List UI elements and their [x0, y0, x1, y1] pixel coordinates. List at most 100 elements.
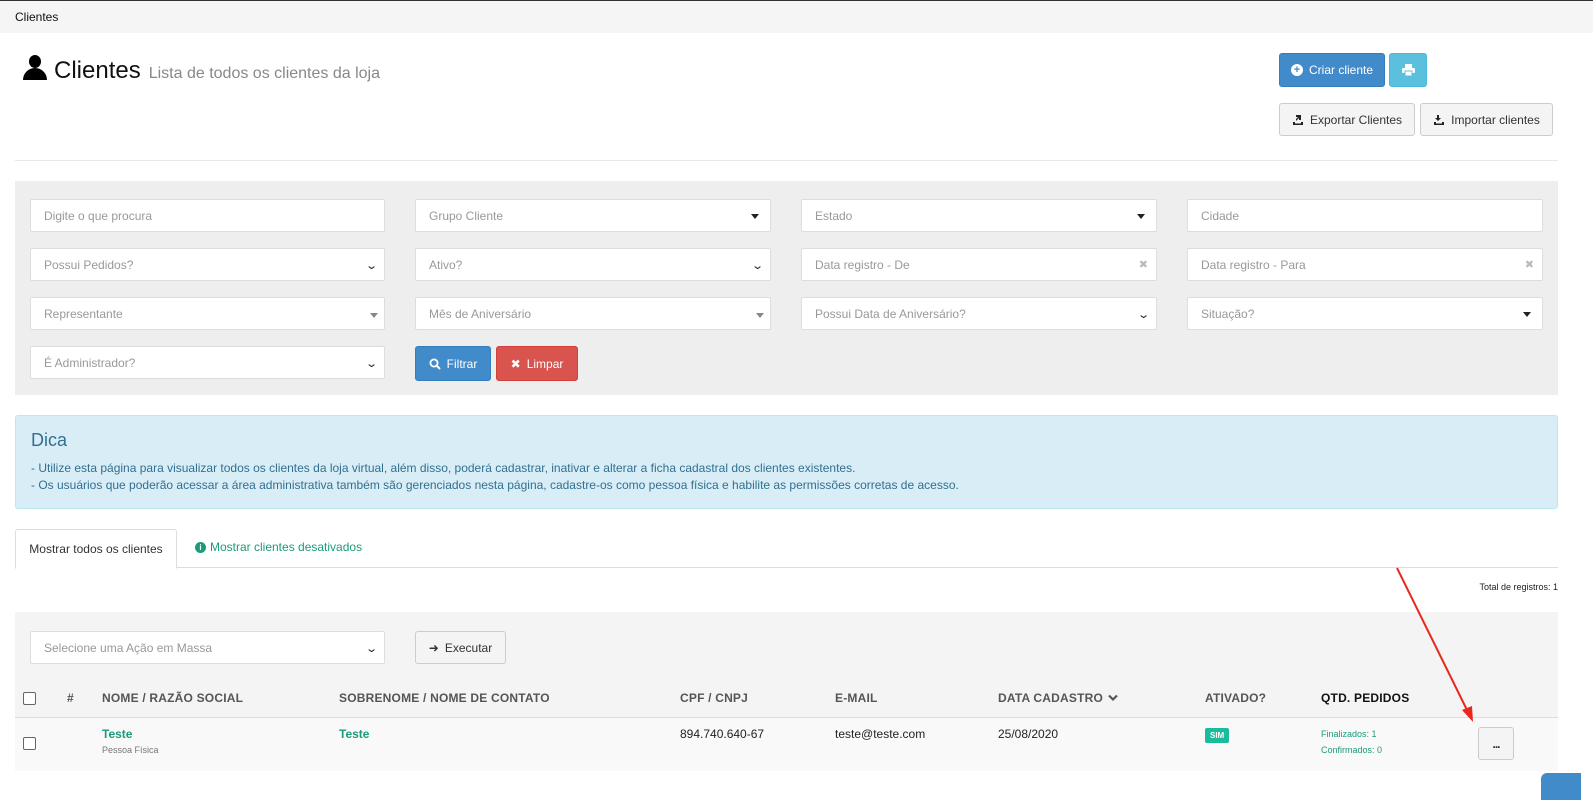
chevron-down-icon: ⌄	[364, 358, 378, 370]
col-number: #	[67, 691, 74, 705]
total-records: Total de registros: 1	[1479, 582, 1558, 592]
col-date[interactable]: DATA CADASTRO	[998, 691, 1118, 705]
birthday-month-placeholder: Mês de Aniversário	[429, 306, 532, 321]
filter-label: Filtrar	[446, 356, 478, 371]
tab-disabled-clients[interactable]: i Mostrar clientes desativados	[195, 540, 362, 554]
import-clients-label: Importar clientes	[1451, 112, 1540, 127]
clear-icon[interactable]: ✖	[1139, 258, 1148, 271]
birthday-month-select[interactable]: Mês de Aniversário	[415, 297, 771, 330]
col-surname[interactable]: SOBRENOME / NOME DE CONTATO	[339, 691, 550, 705]
city-placeholder: Cidade	[1201, 208, 1240, 223]
search-icon	[429, 358, 441, 370]
table-row: Teste Pessoa Física Teste 894.740.640-67…	[15, 718, 1558, 771]
print-icon	[1401, 64, 1415, 76]
page-header: Clientes Lista de todos os clientes da l…	[22, 52, 380, 85]
import-clients-button[interactable]: Importar clientes	[1420, 103, 1553, 136]
top-bar: Clientes	[0, 0, 1593, 33]
situation-select[interactable]: Situação?	[1187, 297, 1543, 330]
tip-title: Dica	[31, 430, 68, 450]
is-admin-placeholder: É Administrador?	[44, 355, 136, 370]
chevron-down-icon: ⌄	[750, 260, 764, 272]
execute-label: Executar	[444, 640, 493, 655]
client-group-placeholder: Grupo Cliente	[429, 208, 504, 223]
date-to-input[interactable]: Data registro - Para ✖	[1187, 248, 1543, 281]
chevron-down-icon: ⌄	[1136, 309, 1150, 321]
page-title: Clientes	[54, 57, 141, 84]
plus-circle-icon: +	[1290, 64, 1303, 76]
clear-label: Limpar	[526, 356, 564, 371]
close-icon: ✖	[510, 356, 521, 371]
print-button[interactable]	[1389, 53, 1427, 87]
state-placeholder: Estado	[815, 208, 853, 223]
col-email[interactable]: E-MAIL	[835, 691, 878, 705]
tip-box: Dica - Utilize esta página para visualiz…	[15, 415, 1558, 509]
help-widget[interactable]	[1541, 773, 1581, 800]
bulk-action-placeholder: Selecione uma Ação em Massa	[44, 640, 213, 655]
person-type: Pessoa Física	[102, 745, 159, 755]
more-actions-button[interactable]: ...	[1478, 727, 1514, 760]
caret-down-icon	[370, 313, 378, 318]
clear-icon[interactable]: ✖	[1525, 258, 1534, 271]
create-client-button[interactable]: + Criar cliente	[1279, 53, 1385, 87]
page-subtitle: Lista de todos os clientes da loja	[148, 65, 380, 82]
has-birthday-placeholder: Possui Data de Aniversário?	[815, 306, 966, 321]
tab-disabled-clients-label: Mostrar clientes desativados	[210, 540, 363, 554]
representative-placeholder: Representante	[44, 306, 123, 321]
search-placeholder: Digite o que procura	[44, 208, 153, 223]
orders-confirmed[interactable]: Confirmados: 0	[1321, 745, 1382, 755]
info-icon: i	[195, 541, 206, 553]
client-group-select[interactable]: Grupo Cliente	[415, 199, 771, 232]
user-icon	[22, 55, 48, 81]
col-name[interactable]: NOME / RAZÃO SOCIAL	[102, 691, 243, 705]
client-surname-link[interactable]: Teste	[339, 727, 369, 741]
col-cpf[interactable]: CPF / CNPJ	[680, 691, 748, 705]
col-date-label: DATA CADASTRO	[998, 691, 1104, 705]
has-orders-placeholder: Possui Pedidos?	[44, 257, 134, 272]
has-orders-select[interactable]: Possui Pedidos? ⌄	[30, 248, 385, 281]
situation-placeholder: Situação?	[1201, 306, 1255, 321]
city-input[interactable]: Cidade	[1187, 199, 1543, 232]
active-select[interactable]: Ativo? ⌄	[415, 248, 771, 281]
date-from-input[interactable]: Data registro - De ✖	[801, 248, 1157, 281]
select-all-checkbox[interactable]	[23, 692, 36, 705]
tip-line-2: - Os usuários que poderão acessar a área…	[31, 478, 959, 492]
representative-select[interactable]: Representante	[30, 297, 385, 330]
client-name-link[interactable]: Teste	[102, 727, 132, 741]
col-active[interactable]: ATIVADO?	[1205, 691, 1266, 705]
filter-button[interactable]: Filtrar	[415, 346, 491, 381]
row-checkbox[interactable]	[23, 737, 36, 750]
chevron-down-icon: ⌄	[364, 260, 378, 272]
import-icon	[1434, 114, 1445, 125]
date-to-placeholder: Data registro - Para	[1201, 257, 1306, 272]
annotation-arrow	[1396, 567, 1473, 722]
execute-button[interactable]: ➜ Executar	[415, 631, 506, 664]
has-birthday-select[interactable]: Possui Data de Aniversário? ⌄	[801, 297, 1157, 330]
tab-all-clients[interactable]: Mostrar todos os clientes	[15, 529, 177, 569]
bulk-action-select[interactable]: Selecione uma Ação em Massa ⌄	[30, 631, 385, 664]
client-cpf: 894.740.640-67	[680, 727, 765, 741]
chevron-down-icon: ⌄	[364, 643, 378, 655]
date-from-placeholder: Data registro - De	[815, 257, 910, 272]
caret-down-icon	[751, 214, 759, 219]
export-clients-label: Exportar Clientes	[1309, 112, 1403, 127]
client-email: teste@teste.com	[835, 727, 926, 741]
arrow-right-icon: ➜	[428, 640, 439, 655]
state-select[interactable]: Estado	[801, 199, 1157, 232]
active-placeholder: Ativo?	[429, 257, 463, 272]
tab-all-clients-label: Mostrar todos os clientes	[29, 542, 163, 556]
caret-down-icon	[1523, 312, 1531, 317]
clear-button[interactable]: ✖ Limpar	[496, 346, 578, 381]
export-icon	[1292, 114, 1303, 125]
breadcrumb[interactable]: Clientes	[15, 10, 58, 24]
export-clients-button[interactable]: Exportar Clientes	[1279, 103, 1415, 136]
search-input[interactable]: Digite o que procura	[30, 199, 385, 232]
is-admin-select[interactable]: É Administrador? ⌄	[30, 346, 385, 379]
caret-down-icon	[756, 313, 764, 318]
sort-chevron-down-icon	[1108, 694, 1118, 702]
tabs-divider	[15, 567, 1558, 568]
header-divider	[15, 160, 1558, 161]
status-badge: SIM	[1205, 728, 1230, 743]
table-header: # NOME / RAZÃO SOCIAL SOBRENOME / NOME D…	[15, 680, 1558, 718]
orders-finalized[interactable]: Finalizados: 1	[1321, 729, 1377, 739]
create-client-label: Criar cliente	[1308, 63, 1374, 77]
